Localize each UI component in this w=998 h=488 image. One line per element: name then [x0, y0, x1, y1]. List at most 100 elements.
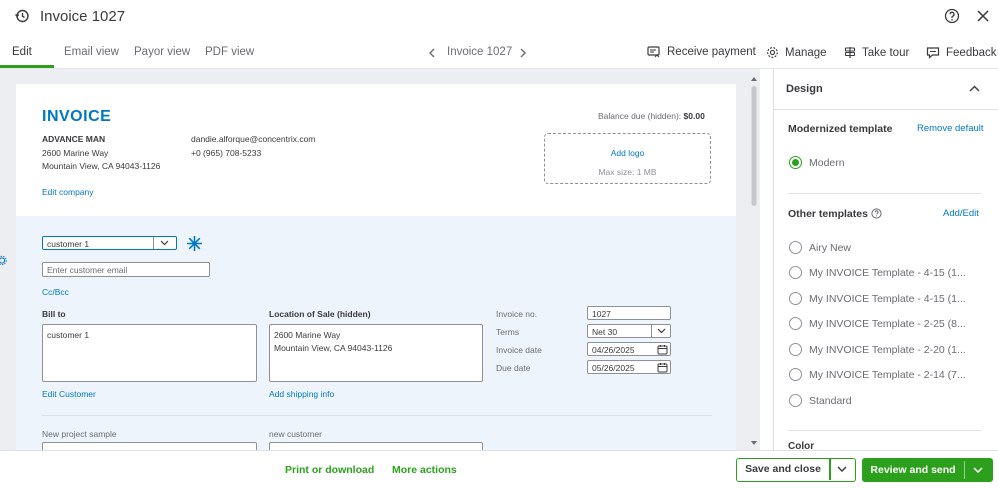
balance-value: $0.00: [683, 111, 705, 121]
template-label-3: My INVOICE Template - 2-25 (8...: [809, 318, 966, 330]
settings-gear-icon[interactable]: [0, 255, 8, 266]
company-email: dandie.alforque@concentrix.com: [191, 134, 316, 144]
company-phone: +0 (965) 708-5233: [191, 148, 262, 158]
company-address-line2: Mountain View, CA 94043-1126: [42, 161, 161, 171]
template-label-2: My INVOICE Template - 4-15 (1...: [809, 293, 966, 305]
logo-size-hint: Max size: 1 MB: [598, 167, 657, 177]
receive-payment-label: Receive payment: [667, 46, 756, 58]
bill-to-label: Bill to: [42, 309, 66, 319]
remove-default-link[interactable]: Remove default: [917, 123, 984, 134]
ai-sparkle-icon[interactable]: [186, 235, 203, 252]
invoice-date-value: 04/26/2025: [592, 345, 635, 355]
close-icon[interactable]: [976, 9, 990, 23]
info-icon[interactable]: [871, 208, 882, 219]
edit-customer-link[interactable]: Edit Customer: [42, 389, 96, 399]
due-date-value: 05/26/2025: [592, 363, 635, 373]
new-customer-input[interactable]: [269, 442, 483, 450]
take-tour-button[interactable]: Take tour: [844, 46, 909, 59]
tab-pdf-view[interactable]: PDF view: [205, 46, 254, 58]
add-logo-link[interactable]: Add logo: [545, 148, 710, 158]
top-bar: Invoice 1027: [0, 0, 998, 34]
radio-template-2[interactable]: [789, 292, 802, 305]
company-address-line1: 2600 Marine Way: [42, 148, 109, 158]
tab-edit[interactable]: Edit: [12, 46, 32, 58]
radio-template-3[interactable]: [789, 317, 802, 330]
due-date-label: Due date: [496, 363, 531, 373]
feedback-button[interactable]: Feedback: [926, 46, 997, 59]
invoice-date-label: Invoice date: [496, 345, 542, 355]
template-label-5: My INVOICE Template - 2-14 (7...: [809, 369, 966, 381]
template-label-6: Standard: [809, 395, 852, 407]
add-shipping-link[interactable]: Add shipping info: [269, 389, 334, 399]
footer-bar: Print or download More actions Save and …: [0, 450, 998, 488]
panel-divider: [788, 430, 981, 431]
terms-value: Net 30: [592, 327, 618, 337]
invoice-nav-label: Invoice 1027: [447, 46, 513, 58]
invoice-no-label: Invoice no.: [496, 309, 538, 319]
chevron-right-icon[interactable]: [519, 48, 527, 58]
customer-email-placeholder: Enter customer email: [47, 265, 128, 275]
page-title: Invoice 1027: [40, 8, 126, 25]
logo-dropzone[interactable]: Add logo Max size: 1 MB: [544, 133, 711, 184]
radio-template-1[interactable]: [789, 266, 802, 279]
bill-to-textarea[interactable]: customer 1: [42, 324, 257, 382]
save-close-button[interactable]: Save and close: [737, 459, 829, 480]
balance-label: Balance due (hidden):: [598, 111, 682, 121]
modernized-template-label: Modernized template: [788, 123, 893, 135]
design-title: Design: [786, 83, 823, 95]
review-send-split-button: Review and send: [862, 458, 993, 482]
due-date-input[interactable]: 05/26/2025: [587, 360, 671, 374]
radio-template-6[interactable]: [789, 394, 802, 407]
chevron-left-icon[interactable]: [428, 48, 436, 58]
section-divider: [42, 415, 712, 416]
radio-template-5[interactable]: [789, 368, 802, 381]
customer-email-input[interactable]: Enter customer email: [42, 262, 210, 277]
tab-email-view[interactable]: Email view: [64, 46, 119, 58]
invoice-date-input[interactable]: 04/26/2025: [587, 342, 671, 356]
chevron-down-icon[interactable]: [160, 240, 169, 246]
terms-chevron-down-icon[interactable]: [657, 328, 666, 334]
design-panel-header[interactable]: Design: [774, 69, 998, 110]
print-download-button[interactable]: Print or download: [285, 464, 374, 476]
location-of-sale-textarea[interactable]: 2600 Marine Way Mountain View, CA 94043-…: [269, 324, 483, 382]
terms-select[interactable]: Net 30: [587, 324, 671, 338]
tab-payor-view[interactable]: Payor view: [134, 46, 190, 58]
location-line2: Mountain View, CA 94043-1126: [274, 343, 393, 353]
radio-modern[interactable]: [789, 156, 802, 169]
template-modern-label: Modern: [809, 157, 845, 169]
project-input[interactable]: [42, 442, 257, 450]
history-icon[interactable]: [14, 8, 30, 24]
template-label-4: My INVOICE Template - 2-20 (1...: [809, 344, 966, 356]
more-actions-button[interactable]: More actions: [392, 464, 457, 476]
invoice-no-value: 1027: [592, 309, 611, 319]
save-close-split-button: Save and close: [736, 458, 856, 482]
invoice-no-input[interactable]: 1027: [587, 306, 671, 320]
calendar-icon[interactable]: [657, 362, 668, 373]
customer-select[interactable]: customer 1: [42, 236, 177, 250]
send-options-chevron-icon[interactable]: [973, 467, 983, 474]
radio-template-0[interactable]: [789, 241, 802, 254]
calendar-icon[interactable]: [657, 344, 668, 355]
company-name: ADVANCE MAN: [42, 134, 106, 144]
select-divider: [153, 237, 154, 249]
invoice-heading: INVOICE: [42, 108, 112, 125]
edit-company-link[interactable]: Edit company: [42, 187, 94, 197]
other-templates-label: Other templates: [788, 208, 868, 220]
save-options-chevron-icon[interactable]: [837, 466, 847, 473]
cc-bcc-link[interactable]: Cc/Bcc: [42, 287, 69, 297]
add-edit-link[interactable]: Add/Edit: [943, 208, 979, 219]
template-label-1: My INVOICE Template - 4-15 (1...: [809, 267, 966, 279]
canvas-scrollbar[interactable]: [749, 72, 759, 450]
terms-label: Terms: [496, 327, 520, 337]
review-send-button[interactable]: Review and send: [862, 458, 964, 482]
chevron-up-icon[interactable]: [969, 85, 980, 92]
invoice-paper: INVOICE ADVANCE MAN 2600 Marine Way Moun…: [16, 84, 736, 450]
manage-button[interactable]: Manage: [766, 46, 827, 59]
radio-template-4[interactable]: [789, 343, 802, 356]
help-icon[interactable]: [944, 8, 960, 24]
design-panel: Design Modernized template Remove defaul…: [773, 69, 998, 450]
split-divider: [964, 461, 965, 479]
location-line1: 2600 Marine Way: [274, 330, 341, 340]
receive-payment-button[interactable]: Receive payment: [647, 46, 756, 58]
manage-label: Manage: [785, 46, 827, 59]
